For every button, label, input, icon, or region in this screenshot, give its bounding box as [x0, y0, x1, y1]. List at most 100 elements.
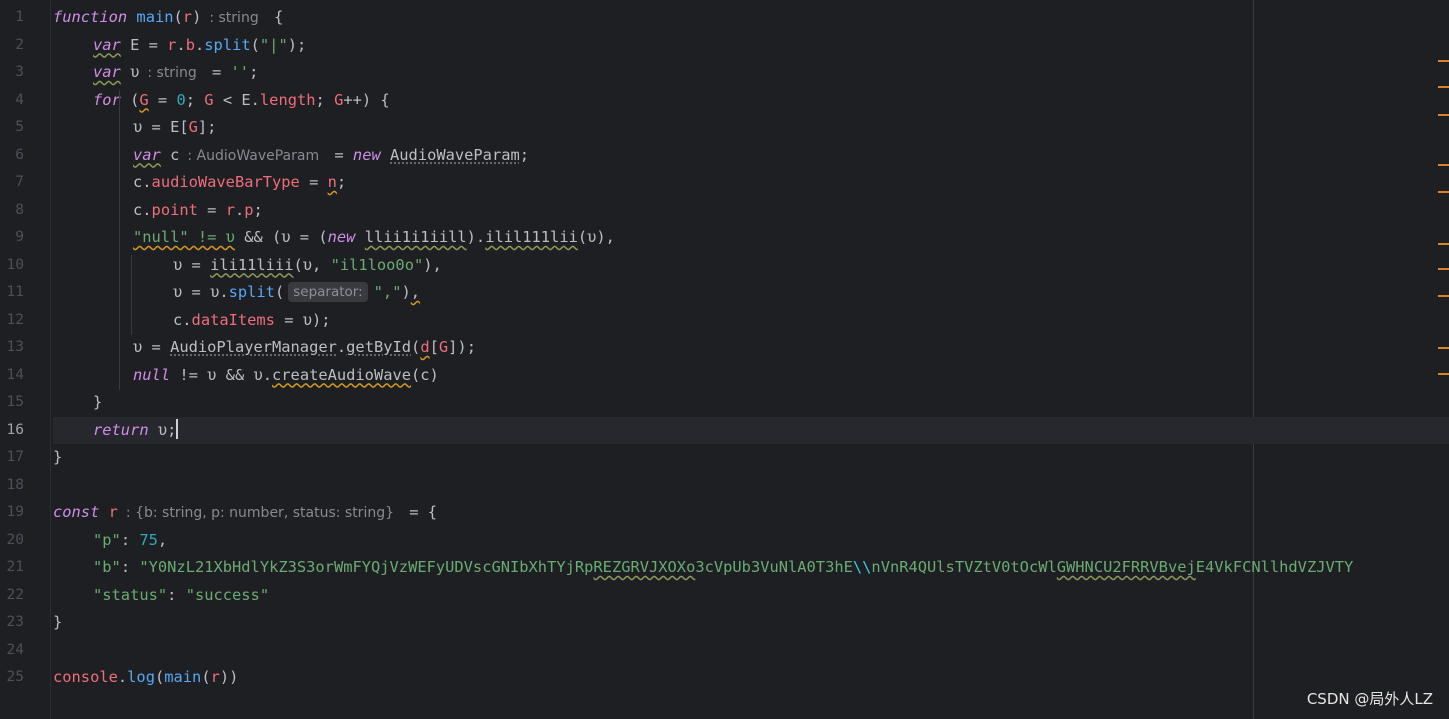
line-number[interactable]: 17: [0, 444, 24, 472]
line-number[interactable]: 9: [0, 224, 24, 252]
code-line[interactable]: 11 υ = υ.split(separator: ","),: [7, 279, 1449, 307]
code-token: ili11liii: [210, 255, 294, 274]
code-token: REZGRVJXOXo: [593, 558, 696, 576]
line-number[interactable]: 2: [0, 32, 24, 60]
code-token: G: [204, 90, 214, 109]
line-number[interactable]: 24: [0, 637, 24, 665]
code-line[interactable]: 10 υ = ili11liii(υ, "il1loo0o"),: [7, 252, 1449, 280]
text-caret: [176, 418, 179, 439]
line-number[interactable]: 21: [0, 554, 24, 582]
code-line[interactable]: 24: [7, 637, 1449, 665]
code-line[interactable]: 2 var E = r.b.split("|");: [15, 32, 1449, 60]
warning-marker[interactable]: [1438, 295, 1449, 297]
code-line[interactable]: 15}: [7, 389, 1449, 417]
code-line[interactable]: 9 "null" != υ && (υ = (new llii1i1iill).i…: [15, 224, 1449, 252]
code-token: ;: [315, 90, 335, 109]
code-token: main: [164, 668, 202, 686]
warning-marker[interactable]: [1438, 373, 1449, 375]
warning-marker[interactable]: [1438, 86, 1449, 88]
line-number[interactable]: 13: [0, 334, 24, 362]
code-line[interactable]: 4 for (G = 0; G < E.length; G++) {: [15, 87, 1449, 115]
code-token: return: [93, 420, 149, 439]
code-token: (: [411, 338, 421, 356]
code-token: (: [173, 8, 183, 26]
code-token: AudioWaveParam: [390, 145, 520, 164]
code-token: [: [429, 338, 439, 356]
code-line[interactable]: 25 console.log(main(r)): [7, 664, 1449, 692]
code-token: ",": [373, 283, 402, 301]
line-number[interactable]: 5: [0, 114, 24, 142]
code-token: = {: [400, 503, 438, 521]
code-token: ilil111lii: [485, 228, 578, 246]
line-content: υ = υ.split(separator: ","),: [53, 282, 420, 302]
code-token: new: [327, 228, 356, 246]
code-line[interactable]: 23}: [7, 609, 1449, 637]
warning-marker[interactable]: [1438, 268, 1449, 270]
code-token: =: [202, 63, 231, 81]
code-token: .: [117, 668, 128, 686]
code-token: υ;: [148, 420, 177, 439]
line-number[interactable]: 22: [0, 582, 24, 610]
code-area[interactable]: 1 function main(r): string {2 var E = r.b.…: [7, 4, 1449, 692]
line-number[interactable]: 11: [0, 279, 24, 307]
line-number[interactable]: 3: [0, 59, 24, 87]
warning-marker[interactable]: [1438, 243, 1449, 245]
code-line[interactable]: 3 var υ: string = '';: [15, 59, 1449, 87]
code-token: const: [53, 503, 100, 521]
code-token: nVnR4QUlsTVZtV0tOcWl: [871, 558, 1057, 576]
code-line[interactable]: 5υ = E[G];: [15, 114, 1449, 142]
code-line[interactable]: 21 "b": "Y0NzL21XbHdlYkZ3S3orWmFYQjVzWEFy…: [7, 554, 1449, 582]
line-number[interactable]: 25: [0, 664, 24, 692]
code-token: '': [230, 63, 250, 81]
code-line[interactable]: 13 υ = AudioPlayerManager.getById(d[G]);: [7, 334, 1449, 362]
warning-marker[interactable]: [1438, 114, 1449, 116]
warning-marker[interactable]: [1438, 164, 1449, 166]
code-line[interactable]: 16 return υ;: [7, 416, 1449, 444]
line-number[interactable]: 4: [0, 87, 24, 115]
line-number[interactable]: 7: [0, 169, 24, 197]
code-line[interactable]: 18: [7, 472, 1449, 500]
code-token: ;: [253, 200, 263, 219]
code-editor[interactable]: 1 function main(r): string {2 var E = r.b.…: [0, 0, 1449, 719]
code-line[interactable]: 7 c.audioWaveBarType = n;: [15, 169, 1449, 197]
code-line[interactable]: 1 function main(r): string {: [15, 4, 1449, 32]
code-token: υ = υ.: [173, 283, 229, 301]
line-number[interactable]: 16: [0, 417, 24, 445]
line-number[interactable]: 19: [0, 499, 24, 527]
code-line[interactable]: 20 "p": 75,: [7, 527, 1449, 555]
line-number[interactable]: 8: [0, 197, 24, 225]
code-token: "Y0NzL21XbHdlYkZ3S3orWmFYQjVzWEFyUDVscGN…: [139, 558, 594, 576]
line-number[interactable]: 1: [0, 4, 24, 32]
code-line[interactable]: 12 c.dataItems = υ);: [7, 307, 1449, 335]
code-line[interactable]: 22 "status": "success": [7, 582, 1449, 610]
code-token: (c): [411, 365, 439, 384]
code-token: createAudioWave: [272, 365, 412, 384]
code-token: console: [53, 668, 118, 686]
code-line[interactable]: 17}: [7, 444, 1449, 472]
code-token: new: [352, 145, 381, 164]
code-line[interactable]: 8 c.point = r.p;: [15, 197, 1449, 225]
line-number[interactable]: 20: [0, 527, 24, 555]
code-token: ): [192, 8, 202, 26]
line-number[interactable]: 6: [0, 142, 24, 170]
warning-marker[interactable]: [1438, 191, 1449, 193]
code-token: .: [195, 35, 205, 54]
line-number[interactable]: 10: [0, 252, 24, 280]
line-number[interactable]: 12: [0, 307, 24, 335]
code-line[interactable]: 19 const r: {b: string, p: number, status…: [7, 499, 1449, 527]
code-token: .: [234, 200, 245, 219]
code-token: "p": [93, 530, 121, 549]
code-line[interactable]: 6 var c: AudioWaveParam = new AudioWavePa…: [15, 142, 1449, 170]
line-number[interactable]: 18: [0, 472, 24, 500]
code-line[interactable]: 14 null != υ && υ.createAudioWave(c): [7, 362, 1449, 390]
code-token: 3cVpUb3VuNlA0T3hE: [695, 558, 853, 576]
line-content: return υ;: [53, 418, 179, 439]
line-number[interactable]: 23: [0, 609, 24, 637]
warning-marker[interactable]: [1438, 60, 1449, 62]
line-number[interactable]: 14: [0, 362, 24, 390]
line-number[interactable]: 15: [0, 389, 24, 417]
code-token: GWHNCU2FRRVBvej: [1056, 558, 1196, 576]
warning-marker[interactable]: [1438, 347, 1449, 349]
code-token: \\: [852, 558, 872, 576]
